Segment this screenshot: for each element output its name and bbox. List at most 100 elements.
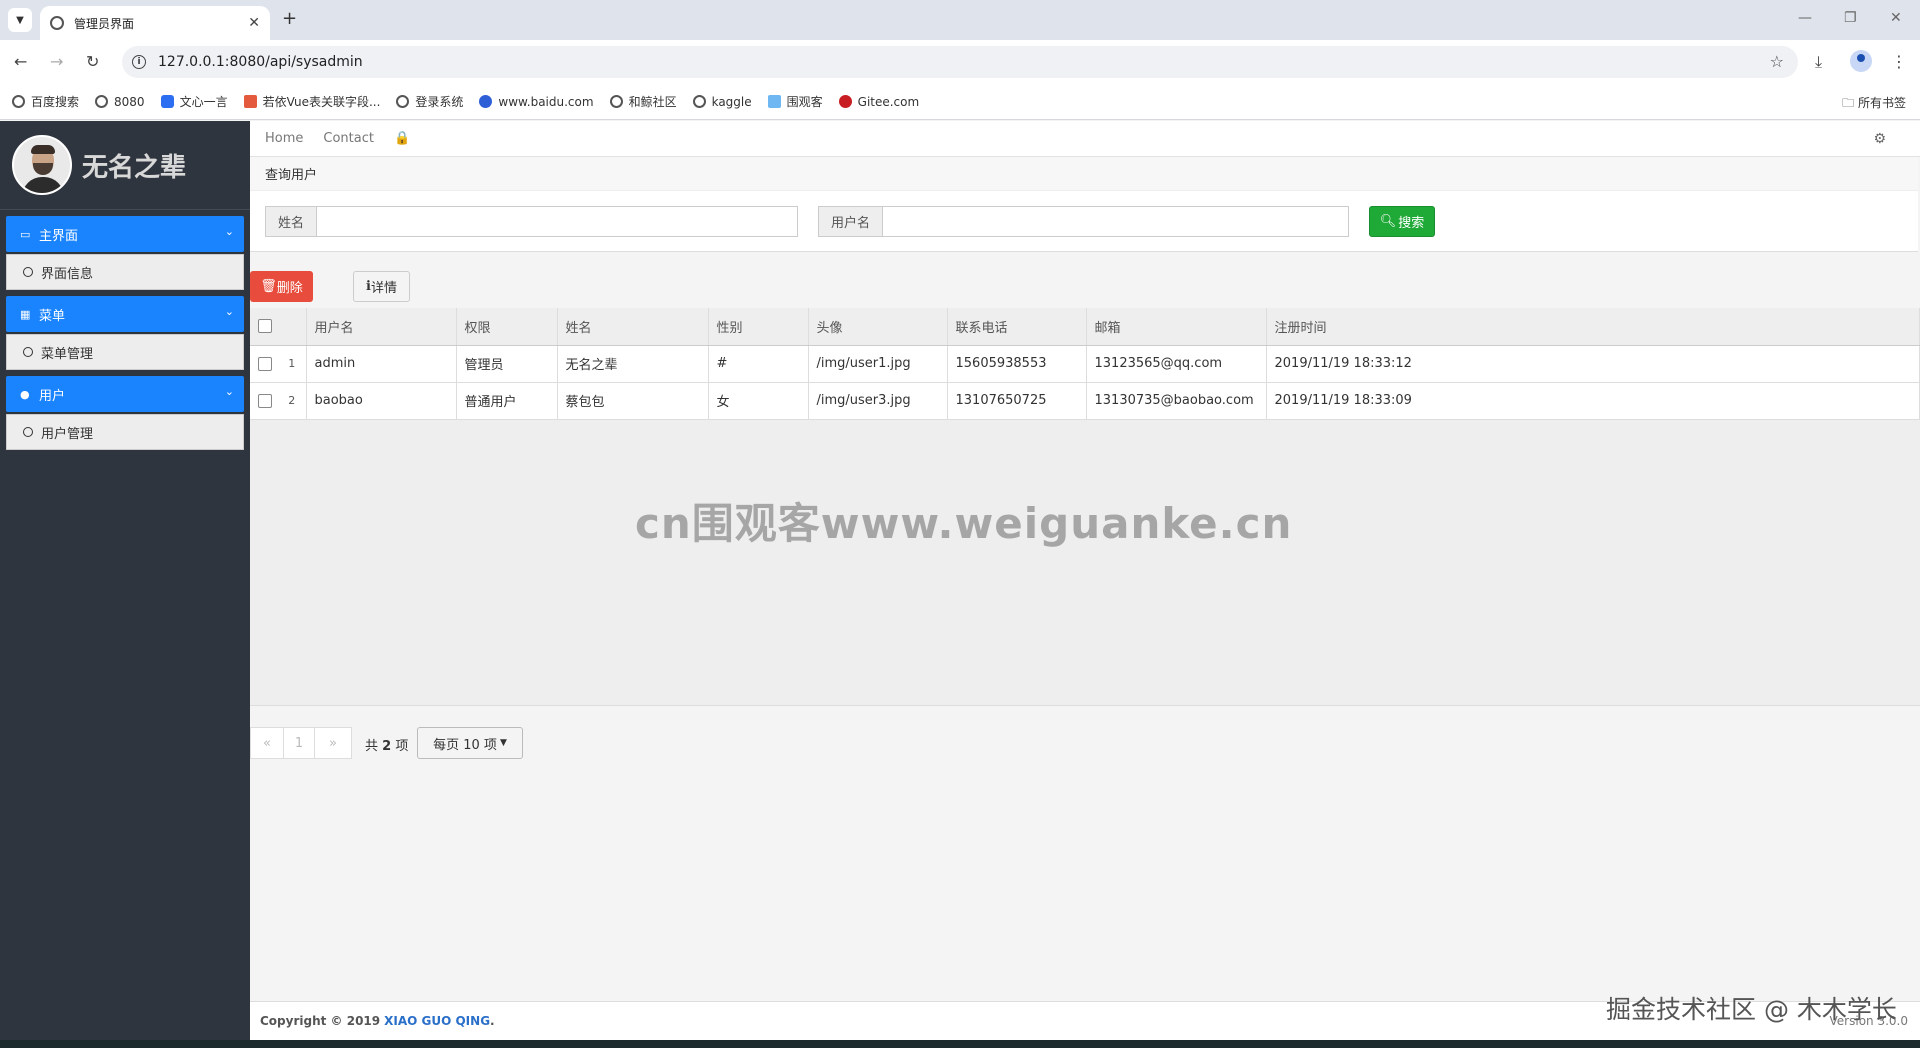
browser-tab[interactable]: 管理员界面 ✕ xyxy=(40,6,270,40)
folder-icon: 🗀 xyxy=(1842,96,1858,110)
prev-page-button[interactable]: « xyxy=(250,727,284,759)
cell-username: baobao xyxy=(306,382,457,420)
all-bookmarks-button[interactable]: 🗀 所有书签 xyxy=(1842,94,1906,115)
jianshu-icon xyxy=(243,95,257,108)
sidebar-item-menu-management[interactable]: 菜单管理 xyxy=(6,334,244,370)
globe-icon xyxy=(12,95,25,108)
author-link[interactable]: XIAO GUO QING xyxy=(384,1014,490,1028)
forward-icon[interactable]: → xyxy=(50,52,63,71)
cell-phone: 15605938553 xyxy=(947,345,1087,383)
col-header-username[interactable]: 用户名 xyxy=(306,308,457,346)
bookmark-item[interactable]: 8080 xyxy=(95,95,145,109)
name-input[interactable] xyxy=(316,205,799,237)
search-button[interactable]: 🔍︎ 搜索 xyxy=(1369,205,1436,237)
gitee-icon xyxy=(838,95,852,108)
search-panel: 查询用户 姓名 用户名 🔍︎ 搜索 xyxy=(250,157,1918,252)
col-header-registered[interactable]: 注册时间 xyxy=(1266,308,1920,346)
globe-icon xyxy=(95,95,109,108)
page-number-button[interactable]: 1 xyxy=(283,727,315,759)
address-url[interactable]: 127.0.0.1:8080/api/sysadmin xyxy=(158,54,363,70)
user-table: 用户名 权限 姓名 性别 头像 联系电话 邮箱 注册时间 1 admin 管理员… xyxy=(250,308,1920,420)
chevron-down-icon: ⌄ xyxy=(224,225,234,238)
cell-registered: 2019/11/19 18:33:09 xyxy=(1266,382,1920,420)
site-info-icon[interactable]: i xyxy=(132,55,146,69)
tab-search-button[interactable]: ▼ xyxy=(8,8,32,32)
page-size-dropdown[interactable]: 每页 10 项 ▼ xyxy=(417,727,523,759)
chevron-down-icon: ⌄ xyxy=(224,385,234,398)
bookmark-item[interactable]: 围观客 xyxy=(767,93,823,110)
profile-avatar-icon[interactable] xyxy=(1850,50,1872,72)
row-checkbox[interactable] xyxy=(258,393,272,408)
cell-role: 普通用户 xyxy=(456,382,558,420)
detail-button[interactable]: ℹ 详情 xyxy=(353,271,410,302)
bookmark-item[interactable]: 文心一言 xyxy=(160,93,228,110)
cell-email: 13123565@qq.com xyxy=(1086,345,1267,383)
download-icon[interactable]: ⤓ xyxy=(1815,52,1822,72)
baidu-paw-icon xyxy=(479,95,493,108)
minimize-icon[interactable]: — xyxy=(1798,10,1812,26)
next-page-button[interactable]: » xyxy=(314,727,352,759)
action-bar: 🗑︎ 删除 ℹ 详情 xyxy=(250,252,1920,308)
bookmark-star-icon[interactable]: ☆ xyxy=(1770,52,1784,71)
cell-phone: 13107650725 xyxy=(947,382,1087,420)
name-label: 姓名 xyxy=(265,205,317,237)
cell-avatar: /img/user3.jpg xyxy=(808,382,948,420)
cell-gender: 女 xyxy=(708,382,809,420)
sidebar-menu-menu[interactable]: ▦ 菜单 ⌄ xyxy=(6,296,244,332)
cell-avatar: /img/user1.jpg xyxy=(808,345,948,383)
user-panel: 无名之辈 xyxy=(0,121,250,210)
avatar xyxy=(12,135,72,195)
sidebar-menu-user[interactable]: ● 用户 ⌄ xyxy=(6,376,244,412)
bookmark-item[interactable]: 和鲸社区 xyxy=(609,93,677,110)
caret-down-icon: ▼ xyxy=(499,738,507,748)
gear-icon[interactable]: ⚙ xyxy=(1873,131,1886,147)
table-row[interactable]: 1 admin 管理员 无名之辈 # /img/user1.jpg 156059… xyxy=(250,345,1920,383)
restore-icon[interactable]: ❐ xyxy=(1844,10,1857,26)
col-header-avatar[interactable]: 头像 xyxy=(808,308,948,346)
overlay-watermark: 掘金技术社区 @ 木木学长 xyxy=(1606,995,1897,1024)
bookmark-item[interactable]: 登录系统 xyxy=(396,93,463,110)
more-menu-icon[interactable]: ⋮ xyxy=(1891,52,1907,71)
username-input[interactable] xyxy=(882,205,1350,237)
bookmark-item[interactable]: Gitee.com xyxy=(838,95,919,109)
row-checkbox[interactable] xyxy=(258,356,272,371)
nav-home-link[interactable]: Home xyxy=(265,131,303,146)
sidebar-item-user-management[interactable]: 用户管理 xyxy=(6,414,244,450)
cell-name: 无名之辈 xyxy=(557,345,709,383)
circle-icon xyxy=(23,347,33,357)
nav-contact-link[interactable]: Contact xyxy=(323,131,374,146)
copyright-text: Copyright © 2019 xyxy=(260,1014,381,1028)
search-icon: 🔍︎ xyxy=(1379,213,1397,229)
select-all-checkbox[interactable] xyxy=(258,319,272,334)
user-name: 无名之辈 xyxy=(82,152,187,183)
table-row[interactable]: 2 baobao 普通用户 蔡包包 女 /img/user3.jpg 13107… xyxy=(250,382,1920,420)
lock-icon[interactable]: 🔒 xyxy=(394,131,410,146)
col-header-email[interactable]: 邮箱 xyxy=(1086,308,1267,346)
table-header-row: 用户名 权限 姓名 性别 头像 联系电话 邮箱 注册时间 xyxy=(250,308,1920,346)
reload-icon[interactable]: ↻ xyxy=(86,52,99,71)
back-icon[interactable]: ← xyxy=(14,52,27,71)
new-tab-button[interactable]: + xyxy=(282,8,297,29)
globe-icon xyxy=(692,95,706,108)
address-bar[interactable]: i 127.0.0.1:8080/api/sysadmin ☆ xyxy=(122,46,1798,78)
sidebar-menu-main[interactable]: ▭ 主界面 ⌄ xyxy=(6,216,244,252)
cell-username: admin xyxy=(306,345,457,383)
bookmark-item[interactable]: 若依Vue表关联字段... xyxy=(243,93,380,110)
pagination: « 1 » 共 2 项 每页 10 项 ▼ xyxy=(250,706,1920,778)
bookmark-item[interactable]: 百度搜索 xyxy=(12,93,79,110)
row-number: 2 xyxy=(278,382,307,420)
total-count: 共 2 项 xyxy=(365,739,409,754)
col-header-name[interactable]: 姓名 xyxy=(557,308,709,346)
bookmark-item[interactable]: kaggle xyxy=(692,95,752,109)
bookmarks-bar: 百度搜索 8080 文心一言 若依Vue表关联字段... 登录系统 www.ba… xyxy=(0,84,1920,120)
col-header-gender[interactable]: 性别 xyxy=(708,308,809,346)
rownum-header xyxy=(278,308,307,346)
bookmark-item[interactable]: www.baidu.com xyxy=(479,95,594,109)
cell-role: 管理员 xyxy=(456,345,558,383)
delete-button[interactable]: 🗑︎ 删除 xyxy=(250,271,313,302)
col-header-phone[interactable]: 联系电话 xyxy=(947,308,1087,346)
sidebar-item-screen-info[interactable]: 界面信息 xyxy=(6,254,244,290)
col-header-role[interactable]: 权限 xyxy=(456,308,558,346)
tab-close-icon[interactable]: ✕ xyxy=(248,15,260,31)
close-window-icon[interactable]: ✕ xyxy=(1890,10,1902,26)
